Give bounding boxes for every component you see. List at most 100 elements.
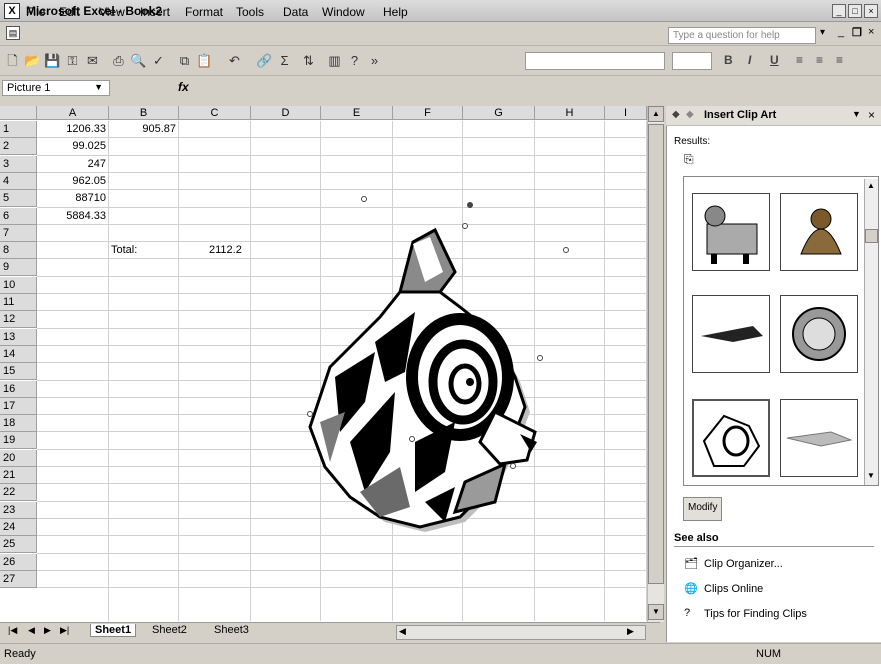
- font-name-select[interactable]: [525, 52, 665, 70]
- menu-insert[interactable]: Insert: [140, 5, 170, 19]
- undo-icon[interactable]: ↶: [226, 52, 243, 69]
- row-header-11[interactable]: 11: [0, 294, 37, 311]
- email-icon[interactable]: ✉: [84, 52, 101, 69]
- hyperlink-icon[interactable]: 🔗: [256, 52, 273, 69]
- rotate-handle[interactable]: [467, 202, 473, 208]
- clipart-thumb-tiger-leaping[interactable]: [780, 399, 858, 477]
- font-size-select[interactable]: [672, 52, 712, 70]
- row-header-27[interactable]: 27: [0, 570, 37, 588]
- column-header-e[interactable]: E: [321, 106, 393, 120]
- first-sheet-icon[interactable]: |◀: [8, 625, 17, 636]
- cell-a2[interactable]: 99.025: [37, 138, 109, 155]
- align-left-icon[interactable]: ≡: [796, 53, 803, 67]
- resize-handle[interactable]: [409, 436, 415, 442]
- menu-format[interactable]: Format: [185, 5, 223, 19]
- row-header-5[interactable]: 5: [0, 190, 37, 208]
- column-header-i[interactable]: I: [605, 106, 647, 120]
- save-icon[interactable]: 💾: [44, 52, 61, 69]
- column-header-g[interactable]: G: [463, 106, 535, 120]
- insert-clip-icon[interactable]: ⎘: [684, 152, 694, 167]
- row-header-26[interactable]: 26: [0, 553, 37, 571]
- cell-a5[interactable]: 88710: [37, 190, 109, 207]
- row-header-24[interactable]: 24: [0, 518, 37, 536]
- vertical-scrollbar[interactable]: ▲ ▼: [647, 106, 664, 622]
- link-clips-online[interactable]: Clips Online: [704, 583, 763, 595]
- print-icon[interactable]: ⎙: [110, 52, 127, 69]
- cell-c8[interactable]: 2112.2: [179, 242, 251, 259]
- prev-sheet-icon[interactable]: ◀: [28, 625, 35, 636]
- worksheet-grid[interactable]: ABCDEFGHI 1 2 3 4 5 6 7 8 9 10 11 12 13 14 15 16 17 18 19 2…: [0, 106, 647, 622]
- clip-results-list[interactable]: ▲ ▼: [683, 176, 879, 486]
- bold-icon[interactable]: B: [724, 53, 733, 67]
- pane-close-icon[interactable]: ×: [868, 108, 875, 122]
- scroll-down-icon[interactable]: ▼: [867, 471, 875, 480]
- clipart-thumb-tiger-head[interactable]: [692, 399, 770, 477]
- tab-sheet1[interactable]: Sheet1: [90, 624, 137, 637]
- row-header-4[interactable]: 4: [0, 172, 37, 190]
- cell-a4[interactable]: 962.05: [37, 173, 109, 190]
- maximize-button[interactable]: □: [848, 4, 862, 18]
- help-dropdown-icon[interactable]: ▾: [820, 27, 825, 38]
- resize-handle[interactable]: [510, 463, 516, 469]
- chevron-down-icon[interactable]: ▼: [94, 82, 103, 92]
- row-header-16[interactable]: 16: [0, 380, 37, 398]
- row-header-14[interactable]: 14: [0, 345, 37, 363]
- scroll-up-icon[interactable]: ▲: [867, 181, 875, 190]
- menu-window[interactable]: Window: [322, 5, 365, 19]
- row-header-22[interactable]: 22: [0, 484, 37, 502]
- scroll-thumb[interactable]: [648, 124, 664, 584]
- resize-handle[interactable]: [307, 411, 313, 417]
- print-preview-icon[interactable]: 🔍: [130, 52, 147, 69]
- doc-minimize-icon[interactable]: _: [838, 26, 844, 38]
- scroll-left-button[interactable]: ◀: [399, 626, 406, 637]
- menu-edit[interactable]: Edit: [59, 5, 80, 19]
- clipart-thumb-tiger-face[interactable]: [780, 295, 858, 373]
- sort-ascending-icon[interactable]: ⇅: [300, 52, 317, 69]
- row-header-8[interactable]: 8: [0, 242, 37, 260]
- menu-data[interactable]: Data: [283, 5, 308, 19]
- back-arrow-icon[interactable]: ◆: [672, 109, 680, 120]
- clipart-thumb-cat[interactable]: [692, 193, 770, 271]
- tiger-clipart-picture[interactable]: [305, 202, 545, 542]
- help-icon[interactable]: ?: [346, 52, 363, 69]
- row-header-23[interactable]: 23: [0, 501, 37, 519]
- row-header-7[interactable]: 7: [0, 224, 37, 242]
- column-header-a[interactable]: A: [37, 106, 109, 120]
- resize-handle[interactable]: [537, 355, 543, 361]
- row-header-19[interactable]: 19: [0, 432, 37, 450]
- forward-arrow-icon[interactable]: ◆: [686, 109, 694, 120]
- resize-handle[interactable]: [563, 247, 569, 253]
- underline-icon[interactable]: U: [770, 53, 779, 67]
- resize-handle[interactable]: [462, 223, 468, 229]
- scroll-down-button[interactable]: ▼: [648, 604, 664, 620]
- resize-handle[interactable]: [361, 196, 367, 202]
- menu-file[interactable]: File: [26, 5, 45, 19]
- clipart-thumb-tiger-running[interactable]: [692, 295, 770, 373]
- column-header-b[interactable]: B: [109, 106, 179, 120]
- cell-b1[interactable]: 905.87: [109, 121, 179, 138]
- cell-a6[interactable]: 5884.33: [37, 208, 109, 225]
- new-icon[interactable]: 🗋: [4, 52, 21, 69]
- permission-icon[interactable]: ⚿: [64, 52, 81, 69]
- results-scroll-thumb[interactable]: [865, 229, 878, 243]
- close-button[interactable]: ×: [864, 4, 878, 18]
- chart-wizard-icon[interactable]: ▥: [326, 52, 343, 69]
- insert-function-icon[interactable]: fx: [178, 80, 189, 94]
- select-all-button[interactable]: [0, 106, 37, 120]
- pane-menu-icon[interactable]: ▼: [852, 109, 861, 119]
- help-search-input[interactable]: Type a question for help: [668, 27, 816, 44]
- row-header-3[interactable]: 3: [0, 155, 37, 173]
- tab-sheet2[interactable]: Sheet2: [152, 624, 187, 636]
- clipart-thumb-tiger-sitting[interactable]: [780, 193, 858, 271]
- link-tips-finding-clips[interactable]: Tips for Finding Clips: [704, 608, 807, 620]
- row-header-15[interactable]: 15: [0, 363, 37, 381]
- row-header-18[interactable]: 18: [0, 415, 37, 433]
- align-right-icon[interactable]: ≡: [836, 53, 843, 67]
- tab-sheet3[interactable]: Sheet3: [214, 624, 249, 636]
- minimize-button[interactable]: _: [832, 4, 846, 18]
- row-header-17[interactable]: 17: [0, 397, 37, 415]
- row-header-6[interactable]: 6: [0, 207, 37, 225]
- doc-restore-icon[interactable]: ❐: [852, 26, 862, 39]
- cell-a1[interactable]: 1206.33: [37, 121, 109, 138]
- row-header-10[interactable]: 10: [0, 276, 37, 294]
